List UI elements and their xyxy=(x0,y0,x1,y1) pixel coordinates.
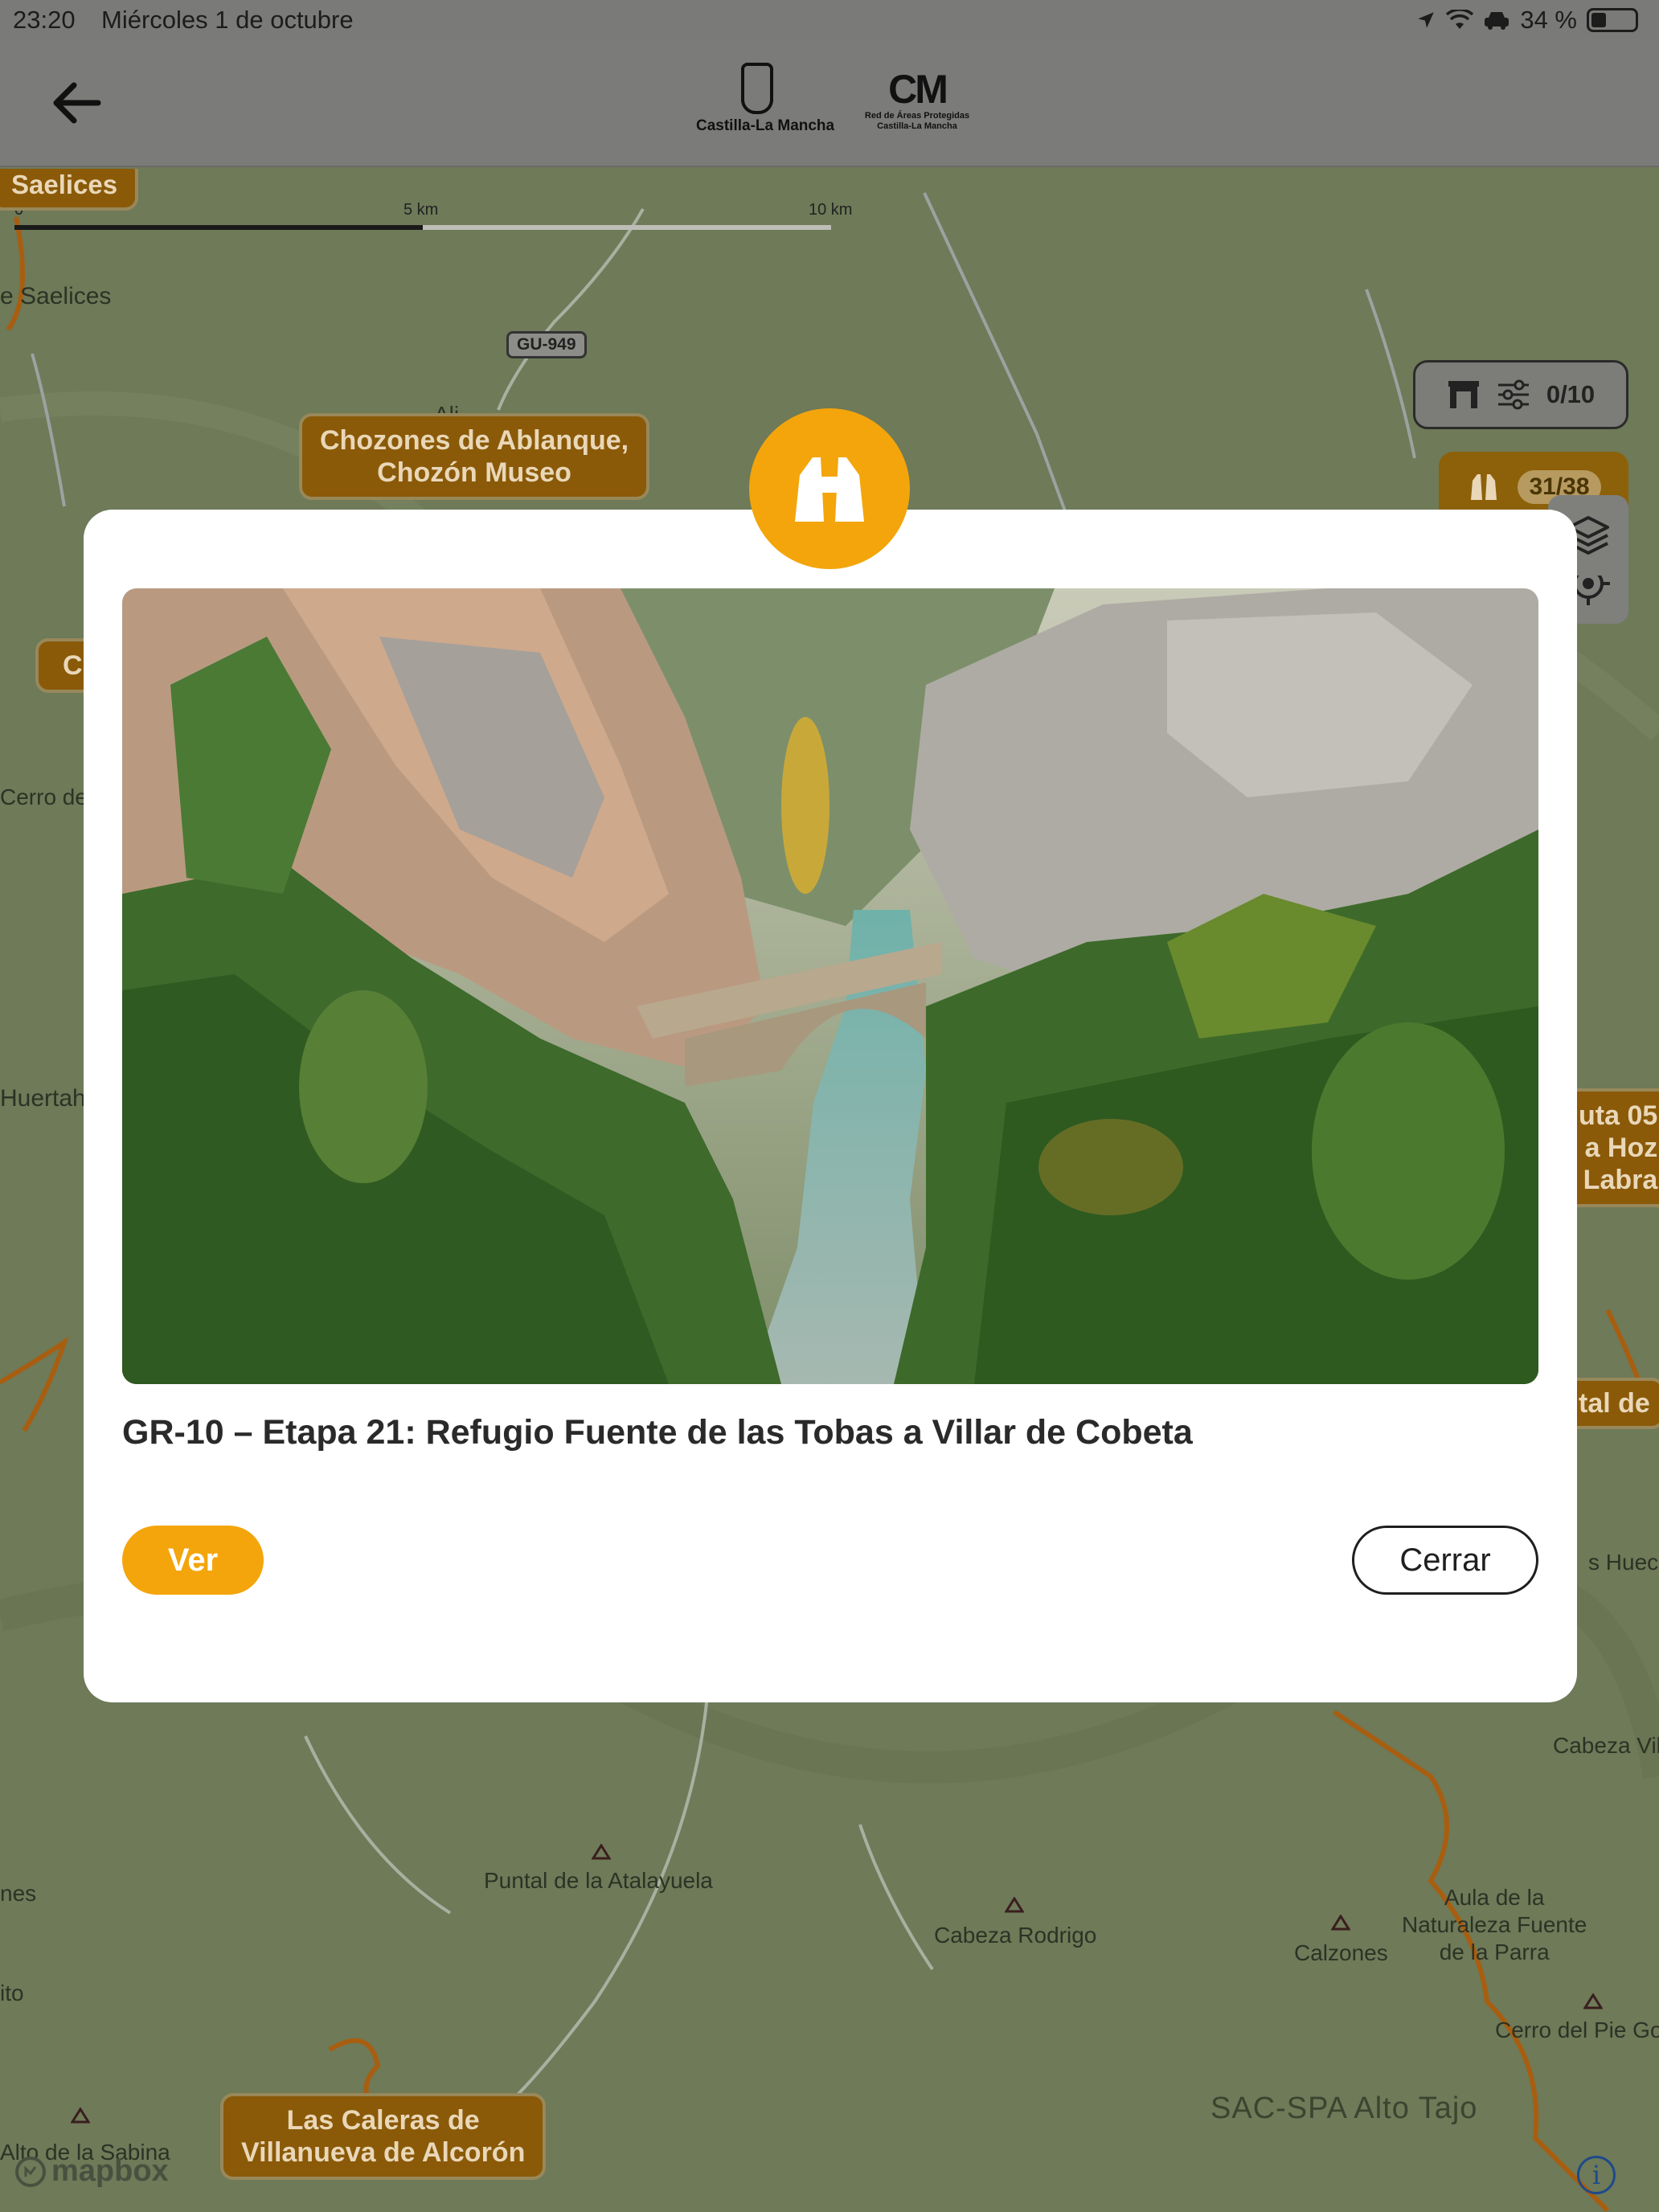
sliders-icon xyxy=(1497,379,1529,410)
peak-icon xyxy=(1005,1897,1024,1913)
arrow-left-icon xyxy=(53,82,101,124)
map-label-cerro: Cerro de xyxy=(0,784,88,809)
status-time: 23:20 xyxy=(13,6,76,34)
map-badge-chozones[interactable]: Chozones de Ablanque, Chozón Museo xyxy=(299,413,650,500)
status-date: Miércoles 1 de octubre xyxy=(101,6,354,34)
map-label-cabeza-rodrigo: Cabeza Rodrigo xyxy=(934,1923,1097,1948)
wifi-icon xyxy=(1446,10,1474,29)
filter-button[interactable]: 0/10 xyxy=(1413,360,1628,429)
scale-mid: 5 km xyxy=(403,201,439,219)
map-label-aula: Aula de la Naturaleza Fuente de la Parra xyxy=(1402,1885,1587,1964)
route-preview-modal: GR-10 – Etapa 21: Refugio Fuente de las … xyxy=(84,510,1577,1702)
status-bar: 23:20 Miércoles 1 de octubre 34 % xyxy=(0,0,1659,39)
viewpoint-badge xyxy=(749,408,910,569)
map-label-calzones: Calzones xyxy=(1294,1940,1388,1965)
map-label-saelices: e Saelices xyxy=(0,283,112,309)
gate-icon xyxy=(1448,381,1479,408)
battery-icon xyxy=(1587,8,1638,32)
route-title: GR-10 – Etapa 21: Refugio Fuente de las … xyxy=(122,1413,1193,1452)
peak-icon xyxy=(1331,1915,1350,1931)
map-badge-caleras[interactable]: Las Caleras de Villanueva de Alcorón xyxy=(220,2093,547,2180)
info-button[interactable]: i xyxy=(1577,2156,1616,2194)
back-button[interactable] xyxy=(48,79,104,127)
logo1-text: Castilla-La Mancha xyxy=(696,117,835,134)
gorge-bridge-photo xyxy=(122,588,1538,1384)
map-label-huertah: Huertah xyxy=(0,1085,86,1112)
app-header: Castilla-La Mancha CM Red de Áreas Prote… xyxy=(0,39,1659,167)
map-label-sac-spa: SAC-SPA Alto Tajo xyxy=(1210,2091,1478,2125)
map-badge-saelices[interactable]: Saelices xyxy=(0,169,139,211)
map-label-huecos: s Huecos xyxy=(1588,1550,1659,1575)
peak-icon xyxy=(592,1844,611,1860)
status-icons: 34 % xyxy=(1415,6,1638,35)
road-shield-gu949: GU-949 xyxy=(506,331,587,358)
binoculars-icon xyxy=(795,457,864,522)
map-badge-tal-de[interactable]: tal de xyxy=(1564,1378,1659,1429)
map-badge-ruta05[interactable]: uta 05 a Hoz Labra xyxy=(1564,1088,1659,1207)
ver-button[interactable]: Ver xyxy=(122,1526,264,1595)
map-scale: 0 5 km 10 km xyxy=(14,186,858,230)
car-icon xyxy=(1485,12,1509,30)
logo2-line1: Red de Áreas Protegidas xyxy=(864,111,970,121)
logo2-mark: CM xyxy=(888,67,948,112)
map-label-nes: nes xyxy=(0,1881,37,1906)
battery-percent: 34 % xyxy=(1520,6,1577,34)
mapbox-text: mapbox xyxy=(51,2154,169,2188)
mapbox-logo: mapbox xyxy=(14,2154,169,2189)
cerrar-button[interactable]: Cerrar xyxy=(1352,1526,1538,1595)
mapbox-icon xyxy=(15,2156,46,2187)
map-label-cerro-pie: Cerro del Pie Go xyxy=(1495,2017,1659,2042)
peak-icon xyxy=(1583,1993,1603,2009)
map-label-ito: ito xyxy=(0,1981,24,2005)
filter-count: 0/10 xyxy=(1546,380,1596,408)
castilla-la-mancha-logo: Castilla-La Mancha xyxy=(696,63,835,143)
route-photo xyxy=(122,588,1538,1384)
crest-icon xyxy=(741,63,773,114)
red-areas-protegidas-logo: CM Red de Áreas Protegidas Castilla-La M… xyxy=(854,68,981,148)
map-label-puntal: Puntal de la Atalayuela xyxy=(484,1868,713,1893)
logo2-line2: Castilla-La Mancha xyxy=(877,121,957,131)
map-label-cabeza-vil: Cabeza Vil xyxy=(1553,1733,1659,1758)
binoculars-icon xyxy=(1471,474,1497,500)
scale-end: 10 km xyxy=(809,201,853,219)
peak-icon xyxy=(71,2108,90,2124)
location-arrow-icon xyxy=(1418,12,1435,28)
